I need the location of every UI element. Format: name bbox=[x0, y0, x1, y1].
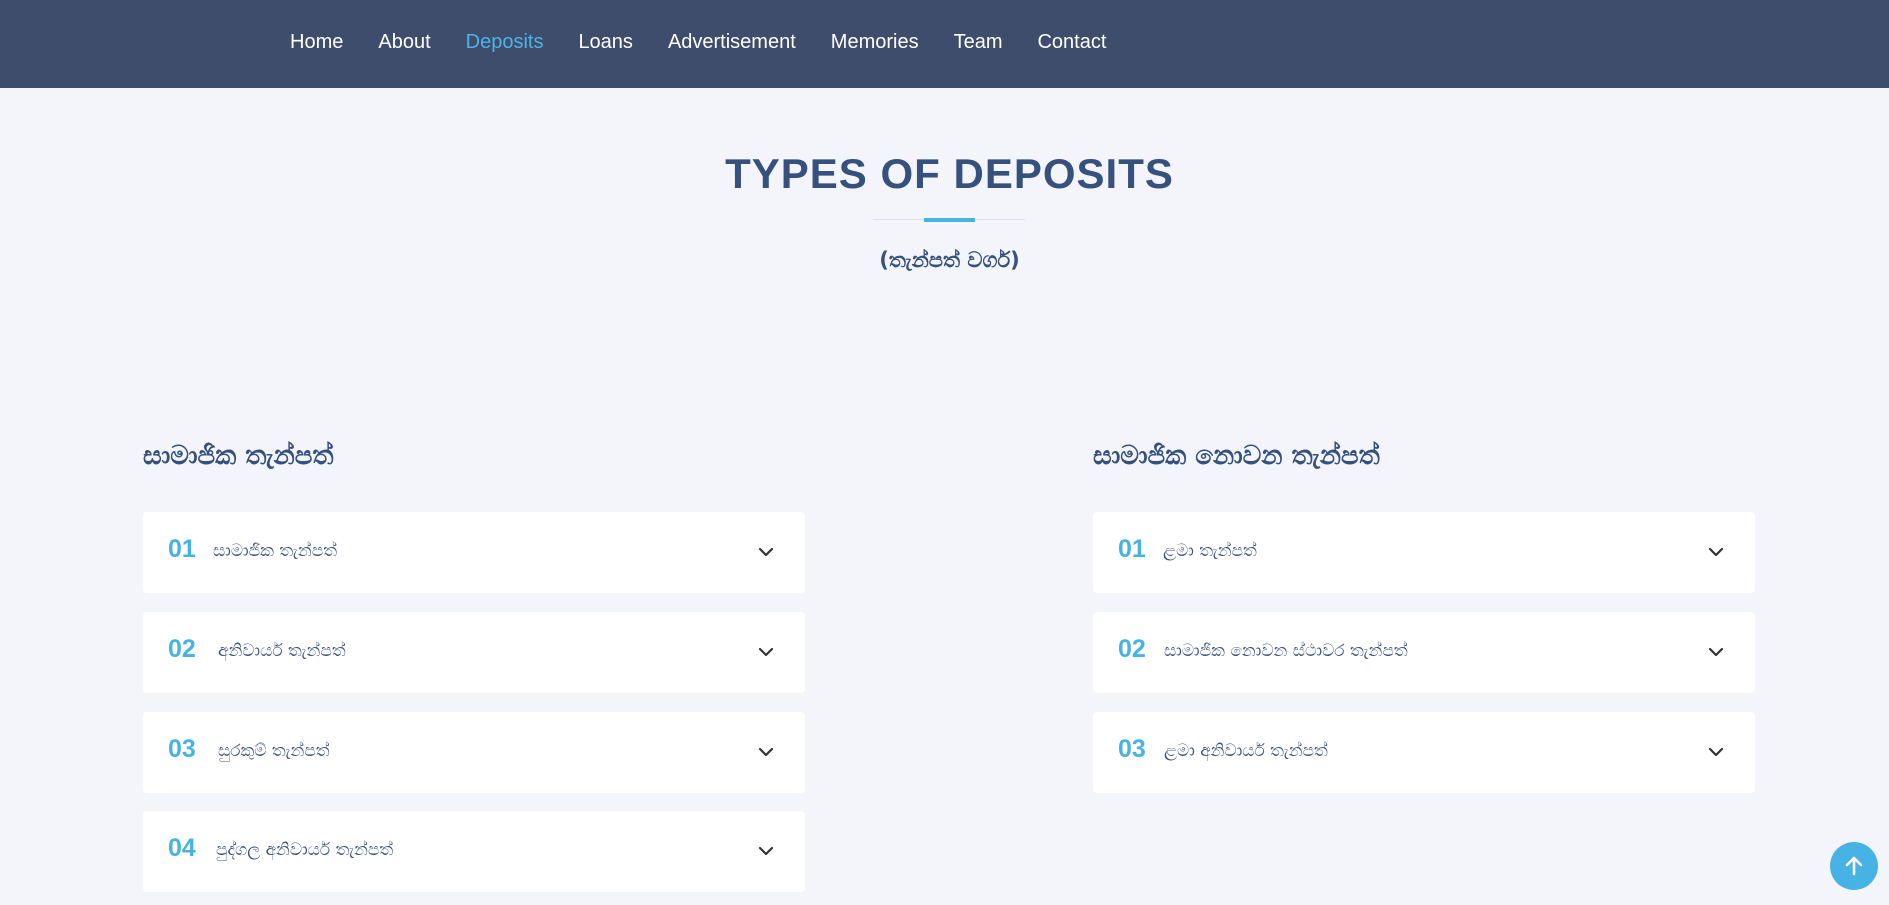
nav-contact[interactable]: Contact bbox=[1037, 28, 1106, 56]
faq-number: 03 bbox=[1118, 735, 1146, 763]
faq-label: සාමාජික නොවන ස්ථාවර තැන්පත් bbox=[1164, 641, 1408, 661]
faq-item-security-deposit[interactable]: 03 සුරකුම් තැන්පත් bbox=[143, 712, 805, 793]
nav-advertisement[interactable]: Advertisement bbox=[668, 28, 796, 56]
section-title: TYPES OF DEPOSITS bbox=[725, 150, 1174, 197]
faq-label: සාමාජික තැන්පත් bbox=[213, 541, 338, 561]
faq-item-compulsory-deposit[interactable]: 02 අනිවාර්ය තැන්පත් bbox=[143, 612, 805, 693]
faq-item-non-member-fixed-deposit[interactable]: 02 සාමාජික නොවන ස්ථාවර තැන්පත් bbox=[1093, 612, 1755, 693]
nav-home[interactable]: Home bbox=[290, 28, 343, 56]
faq-label: ළමා තැන්පත් bbox=[1163, 541, 1257, 561]
chevron-down-icon[interactable] bbox=[757, 643, 775, 661]
nav-loans[interactable]: Loans bbox=[578, 28, 633, 56]
nav-menu: Home About Deposits Loans Advertisement … bbox=[290, 28, 1141, 56]
faq-item-member-deposit[interactable]: 01 සාමාජික තැන්පත් bbox=[143, 512, 805, 593]
faq-number: 02 bbox=[168, 635, 196, 663]
faq-number: 02 bbox=[1118, 635, 1146, 663]
chevron-down-icon[interactable] bbox=[757, 842, 775, 860]
arrow-up-icon bbox=[1845, 856, 1863, 876]
chevron-down-icon[interactable] bbox=[1707, 643, 1725, 661]
left-column-heading: සාමාජික තැන්පත් bbox=[143, 441, 334, 471]
faq-item-children-deposit[interactable]: 01 ළමා තැන්පත් bbox=[1093, 512, 1755, 593]
faq-label: ළමා අනිවාර්ය තැන්පත් bbox=[1164, 741, 1328, 761]
faq-label: පුද්ගල අනිවාර්ය තැන්පත් bbox=[216, 840, 394, 860]
right-column-heading: සාමාජික නොවන තැන්පත් bbox=[1093, 441, 1380, 471]
top-navbar: Home About Deposits Loans Advertisement … bbox=[0, 0, 1889, 88]
chevron-down-icon[interactable] bbox=[1707, 743, 1725, 761]
nav-memories[interactable]: Memories bbox=[831, 28, 919, 56]
faq-number: 03 bbox=[168, 735, 196, 763]
faq-item-children-compulsory-deposit[interactable]: 03 ළමා අනිවාර්ය තැන්පත් bbox=[1093, 712, 1755, 793]
nav-about[interactable]: About bbox=[378, 28, 430, 56]
faq-number: 04 bbox=[168, 834, 196, 862]
faq-label: සුරකුම් තැන්පත් bbox=[218, 741, 330, 761]
chevron-down-icon[interactable] bbox=[757, 743, 775, 761]
nav-deposits[interactable]: Deposits bbox=[466, 28, 544, 56]
back-to-top-button[interactable] bbox=[1830, 842, 1878, 890]
faq-number: 01 bbox=[1118, 535, 1146, 563]
chevron-down-icon[interactable] bbox=[1707, 543, 1725, 561]
faq-label: අනිවාර්ය තැන්පත් bbox=[218, 641, 346, 661]
title-accent-bar bbox=[924, 218, 975, 222]
section-subtitle: (තැන්පත් වර්ග) bbox=[879, 248, 1020, 272]
faq-number: 01 bbox=[168, 535, 196, 563]
faq-item-personal-compulsory-deposit[interactable]: 04 පුද්ගල අනිවාර්ය තැන්පත් bbox=[143, 811, 805, 892]
nav-team[interactable]: Team bbox=[954, 28, 1003, 56]
chevron-down-icon[interactable] bbox=[757, 543, 775, 561]
